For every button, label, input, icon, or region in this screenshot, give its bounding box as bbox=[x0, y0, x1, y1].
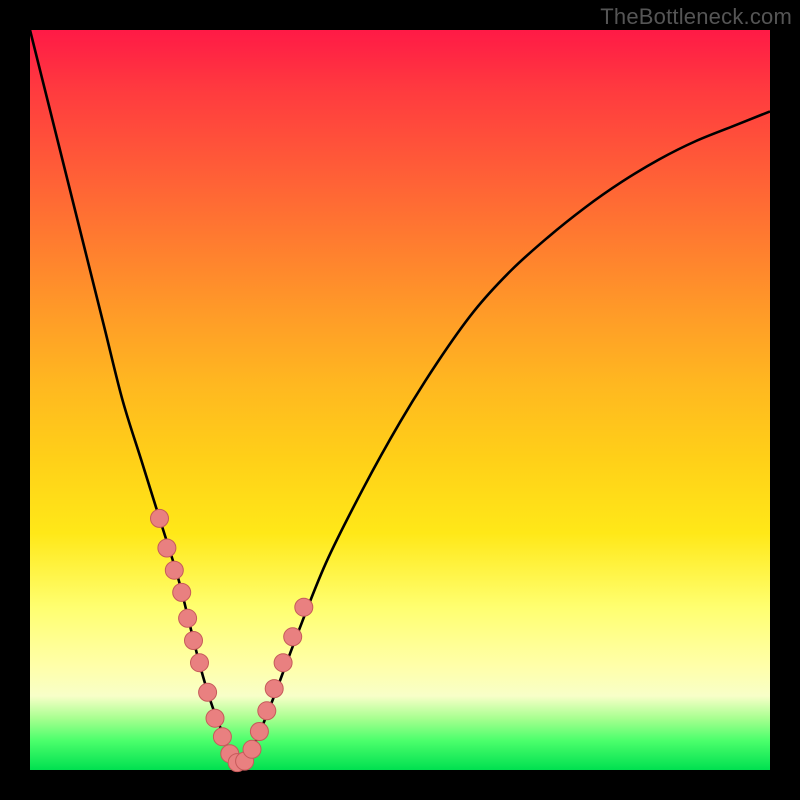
marker-point bbox=[185, 632, 203, 650]
marker-point bbox=[213, 728, 231, 746]
bottleneck-curve bbox=[30, 30, 770, 763]
marker-point bbox=[206, 709, 224, 727]
chart-stage: TheBottleneck.com bbox=[0, 0, 800, 800]
marker-point bbox=[199, 683, 217, 701]
marker-point bbox=[243, 740, 261, 758]
marker-point bbox=[165, 561, 183, 579]
marker-point bbox=[191, 654, 209, 672]
marker-point bbox=[151, 509, 169, 527]
marker-point bbox=[265, 680, 283, 698]
curve-layer bbox=[30, 30, 770, 770]
marker-point bbox=[274, 654, 292, 672]
marker-point bbox=[250, 723, 268, 741]
marker-point bbox=[173, 583, 191, 601]
highlight-markers bbox=[151, 509, 313, 771]
plot-area bbox=[30, 30, 770, 770]
marker-point bbox=[179, 609, 197, 627]
marker-point bbox=[284, 628, 302, 646]
marker-point bbox=[158, 539, 176, 557]
marker-point bbox=[295, 598, 313, 616]
watermark-text: TheBottleneck.com bbox=[600, 4, 792, 30]
marker-point bbox=[258, 702, 276, 720]
